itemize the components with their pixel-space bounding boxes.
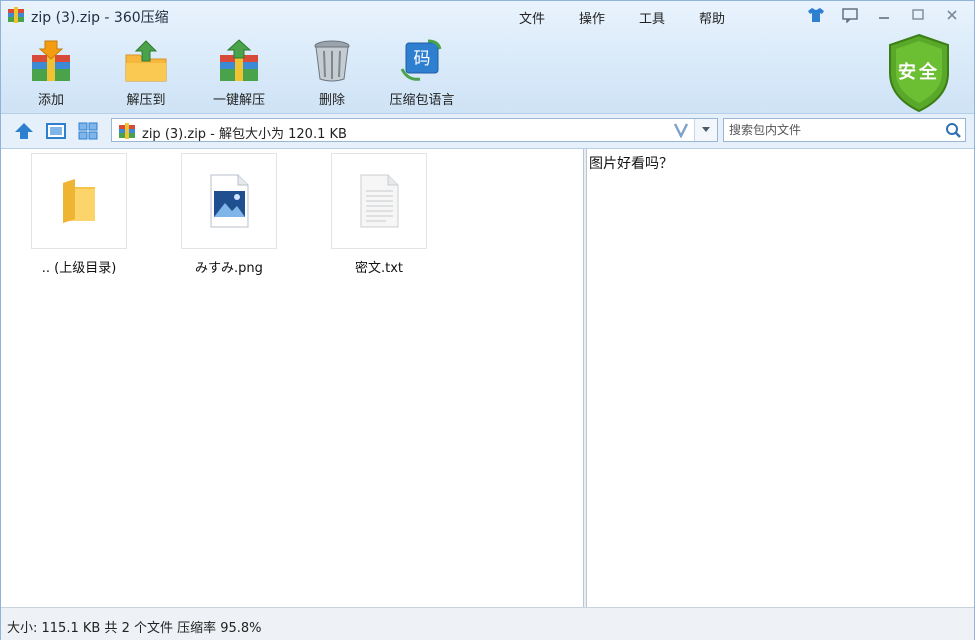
file-list-pane: .. (上级目录) みすみ.png 密文.txt xyxy=(1,149,583,607)
preview-pane: 图片好看吗？ xyxy=(587,149,974,607)
encoding-icon: 码 xyxy=(377,35,467,83)
search-box xyxy=(723,118,966,142)
archive-encoding-button[interactable]: 码 压缩包语言 xyxy=(377,35,467,111)
status-bar: 大小: 115.1 KB 共 2 个文件 压缩率 95.8% xyxy=(1,607,974,640)
minimize-icon[interactable] xyxy=(870,5,898,25)
app-window: zip (3).zip - 360压缩 文件 操作 工具 帮助 添加 解压到 一… xyxy=(0,0,975,640)
status-text: 大小: 115.1 KB 共 2 个文件 压缩率 95.8% xyxy=(7,621,262,636)
file-item-text[interactable]: 密文.txt xyxy=(309,153,449,276)
feedback-icon[interactable] xyxy=(836,5,864,25)
verify-v-icon[interactable] xyxy=(673,122,689,142)
window-controls xyxy=(802,5,966,25)
address-bar[interactable]: zip (3).zip - 解包大小为 120.1 KB xyxy=(111,118,718,142)
svg-text:码: 码 xyxy=(414,49,431,69)
one-click-extract-icon xyxy=(191,35,287,83)
archive-icon xyxy=(118,122,136,144)
trash-icon xyxy=(287,35,377,83)
extract-to-button[interactable]: 解压到 xyxy=(101,35,191,111)
text-file-icon xyxy=(331,153,427,249)
search-input[interactable] xyxy=(727,122,941,138)
file-name: みすみ.png xyxy=(195,261,263,276)
add-button[interactable]: 添加 xyxy=(1,35,101,111)
image-file-icon xyxy=(181,153,277,249)
skin-shirt-icon[interactable] xyxy=(802,5,830,25)
menu-operation[interactable]: 操作 xyxy=(579,8,639,27)
address-path: zip (3).zip - 解包大小为 120.1 KB xyxy=(142,127,347,142)
file-item-image[interactable]: みすみ.png xyxy=(159,153,299,276)
one-click-extract-label: 一键解压 xyxy=(212,93,265,108)
address-dropdown-chevron-icon[interactable] xyxy=(694,119,717,141)
file-name: .. (上级目录) xyxy=(41,261,117,276)
add-archive-icon xyxy=(1,35,101,83)
view-large-icon[interactable] xyxy=(45,120,67,142)
search-icon[interactable] xyxy=(943,120,963,140)
title-bar: zip (3).zip - 360压缩 xyxy=(7,7,169,27)
security-badge-label: 安全 xyxy=(898,62,940,83)
delete-label: 删除 xyxy=(318,93,345,108)
archive-encoding-label: 压缩包语言 xyxy=(389,93,455,108)
app-logo-icon xyxy=(7,6,25,28)
go-up-icon[interactable] xyxy=(13,120,35,142)
extract-to-icon xyxy=(101,35,191,83)
menu-tools[interactable]: 工具 xyxy=(639,8,699,27)
main-toolbar: 添加 解压到 一键解压 删除 码 压缩包语言 xyxy=(1,35,467,111)
view-grid-icon[interactable] xyxy=(77,120,99,142)
file-name: 密文.txt xyxy=(354,261,404,276)
title-and-toolbar-area: zip (3).zip - 360压缩 文件 操作 工具 帮助 添加 解压到 一… xyxy=(1,1,974,113)
window-title: zip (3).zip - 360压缩 xyxy=(31,10,169,26)
delete-button[interactable]: 删除 xyxy=(287,35,377,111)
security-badge[interactable]: 安全 xyxy=(886,33,952,117)
menu-help[interactable]: 帮助 xyxy=(699,8,759,27)
close-icon[interactable] xyxy=(938,5,966,25)
extract-to-label: 解压到 xyxy=(126,93,166,108)
menu-file[interactable]: 文件 xyxy=(519,8,579,27)
file-item-parent-dir[interactable]: .. (上级目录) xyxy=(9,153,149,276)
one-click-extract-button[interactable]: 一键解压 xyxy=(191,35,287,111)
navigation-bar: zip (3).zip - 解包大小为 120.1 KB xyxy=(1,113,974,149)
folder-up-icon xyxy=(31,153,127,249)
menu-bar: 文件 操作 工具 帮助 xyxy=(519,8,759,27)
add-label: 添加 xyxy=(37,93,64,108)
preview-content: 图片好看吗？ xyxy=(589,156,673,172)
maximize-icon[interactable] xyxy=(904,5,932,25)
